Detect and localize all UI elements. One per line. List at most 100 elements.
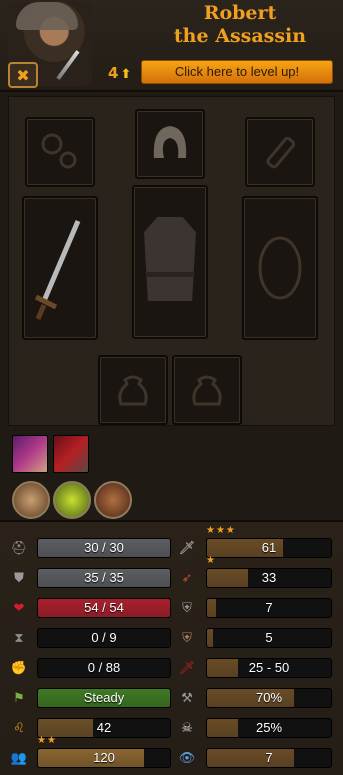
perk-tree-button[interactable]: ✖	[8, 62, 38, 88]
level-up-arrow-icon: ⬆	[120, 67, 132, 82]
stat-body-armor[interactable]: ⛊ 35 / 35	[10, 568, 171, 588]
level-number: 4	[108, 64, 119, 82]
sword-icon: 🗡	[178, 540, 196, 556]
stat-bar: 0 / 9	[37, 628, 171, 648]
hood-helmet-icon	[153, 126, 187, 158]
bag-slot-1[interactable]	[98, 355, 168, 425]
stat-bar: 0 / 88	[37, 658, 171, 678]
stat-value: 30 / 30	[84, 540, 124, 555]
stat-initiative[interactable]: 👥 120 ★★	[10, 735, 171, 768]
stat-value: 42	[96, 720, 112, 735]
dagger-icon	[56, 50, 80, 80]
leather-armor-icon	[141, 215, 199, 303]
blood-blade-icon: 🗡	[178, 660, 196, 676]
axe-icon: ⚒	[181, 690, 193, 706]
status-effect-1[interactable]	[12, 435, 48, 473]
talent-stars: ★★★	[206, 525, 236, 536]
stat-value: 61	[261, 540, 277, 555]
stat-melee-skill[interactable]: 🗡 61 ★★★	[178, 525, 332, 558]
stat-value: 7	[265, 750, 273, 765]
stat-bar: Steady	[37, 688, 171, 708]
stat-value: 33	[261, 570, 277, 585]
talent-stars: ★	[206, 555, 216, 566]
strength-icon: ✊	[10, 660, 28, 676]
stat-max-fatigue[interactable]: ✊ 0 / 88	[10, 658, 171, 678]
stat-bar: 7	[206, 748, 332, 768]
stat-headshot-chance[interactable]: ☠ 25%	[178, 718, 332, 738]
stat-bar: 25%	[206, 718, 332, 738]
stat-bar: 61	[206, 538, 332, 558]
hood-icon	[16, 2, 78, 30]
flag-icon: ⚑	[13, 690, 25, 706]
stat-bar: 35 / 35	[37, 568, 171, 588]
attribute-panel: ⛑ 30 / 30 ⛊ 35 / 35 ❤ 54 / 54 ⧗ 0 / 9 ✊ 0 / 88 ⚑ St…	[0, 520, 343, 775]
body-slot[interactable]	[132, 185, 208, 339]
shield-sword-icon: ⛨	[182, 600, 192, 616]
quiver-icon	[266, 136, 296, 169]
stat-fatigue[interactable]: ⧗ 0 / 9	[10, 628, 171, 648]
stat-ranged-skill[interactable]: ➶ 33 ★	[178, 555, 332, 588]
character-header: ✖ Robert the Assassin 4 ⬆ Click here to l…	[0, 0, 343, 92]
stat-damage[interactable]: 🗡 25 - 50	[178, 658, 332, 678]
stat-armor-damage[interactable]: ⚒ 70%	[178, 688, 332, 708]
name-line-2: the Assassin	[173, 25, 307, 47]
stat-bar: 120	[37, 748, 171, 768]
stat-hitpoints[interactable]: ⛑ 30 / 30	[10, 538, 171, 558]
stat-resolve[interactable]: ♌ 42	[10, 718, 171, 738]
necklace-icon	[41, 133, 77, 169]
stat-bar: 54 / 54	[37, 598, 171, 618]
heart-icon: ❤	[13, 600, 25, 616]
skull-icon: ☠	[181, 720, 193, 736]
head-slot[interactable]	[135, 109, 205, 179]
stat-bar: 70%	[206, 688, 332, 708]
stat-value: 7	[265, 600, 273, 615]
status-effect-2[interactable]	[53, 435, 89, 473]
perk-2[interactable]	[53, 481, 91, 519]
hourglass-icon: ⧗	[14, 630, 24, 646]
stat-value: 54 / 54	[84, 600, 124, 615]
stat-ranged-defense[interactable]: ⛨ 5	[178, 628, 332, 648]
armor-icon: ⛊	[14, 570, 24, 586]
character-name[interactable]: Robert the Assassin	[140, 2, 340, 48]
stat-bar: 42	[37, 718, 171, 738]
stat-value: 25%	[255, 720, 283, 735]
equipment-paperdoll	[8, 96, 335, 426]
stat-bar: 30 / 30	[37, 538, 171, 558]
stat-melee-defense[interactable]: ⛨ 7	[178, 598, 332, 618]
bag-slot-2[interactable]	[172, 355, 242, 425]
stat-bar: 5	[206, 628, 332, 648]
lion-icon: ♌	[13, 720, 25, 736]
level-up-button[interactable]: Click here to level up!	[141, 60, 333, 84]
accessory-slot[interactable]	[25, 117, 95, 187]
perk-3[interactable]	[94, 481, 132, 519]
level-indicator: 4 ⬆	[108, 64, 131, 82]
stat-vision[interactable]: 👁 7	[178, 748, 332, 768]
crossed-blades-icon: ✖	[16, 65, 30, 85]
stat-value: 0 / 9	[91, 630, 117, 645]
stat-value: 120	[93, 750, 115, 765]
stat-value: 70%	[255, 690, 283, 705]
shield-arrow-icon: ⛨	[182, 630, 192, 646]
stat-bar: 7	[206, 598, 332, 618]
mainhand-slot[interactable]	[22, 196, 98, 340]
bag-icon	[118, 375, 148, 406]
stat-morale[interactable]: ⚑ Steady	[10, 688, 171, 708]
stat-value: 35 / 35	[84, 570, 124, 585]
perk-1[interactable]	[12, 481, 50, 519]
stat-value: Steady	[83, 690, 125, 705]
helmet-icon: ⛑	[10, 540, 28, 556]
stat-bar: 25 - 50	[206, 658, 332, 678]
stat-value: 0 / 88	[87, 660, 121, 675]
eye-icon: 👁	[178, 750, 196, 766]
shield-placeholder-icon	[258, 236, 302, 300]
bag-icon	[192, 375, 222, 406]
stat-bar: 33	[206, 568, 332, 588]
people-icon: 👥	[10, 750, 28, 766]
bow-icon: ➶	[181, 570, 193, 586]
name-line-1: Robert	[203, 2, 277, 24]
offhand-slot[interactable]	[242, 196, 318, 340]
ammo-slot[interactable]	[245, 117, 315, 187]
stat-value: 5	[265, 630, 273, 645]
sword-item-icon	[34, 220, 81, 320]
stat-health[interactable]: ❤ 54 / 54	[10, 598, 171, 618]
